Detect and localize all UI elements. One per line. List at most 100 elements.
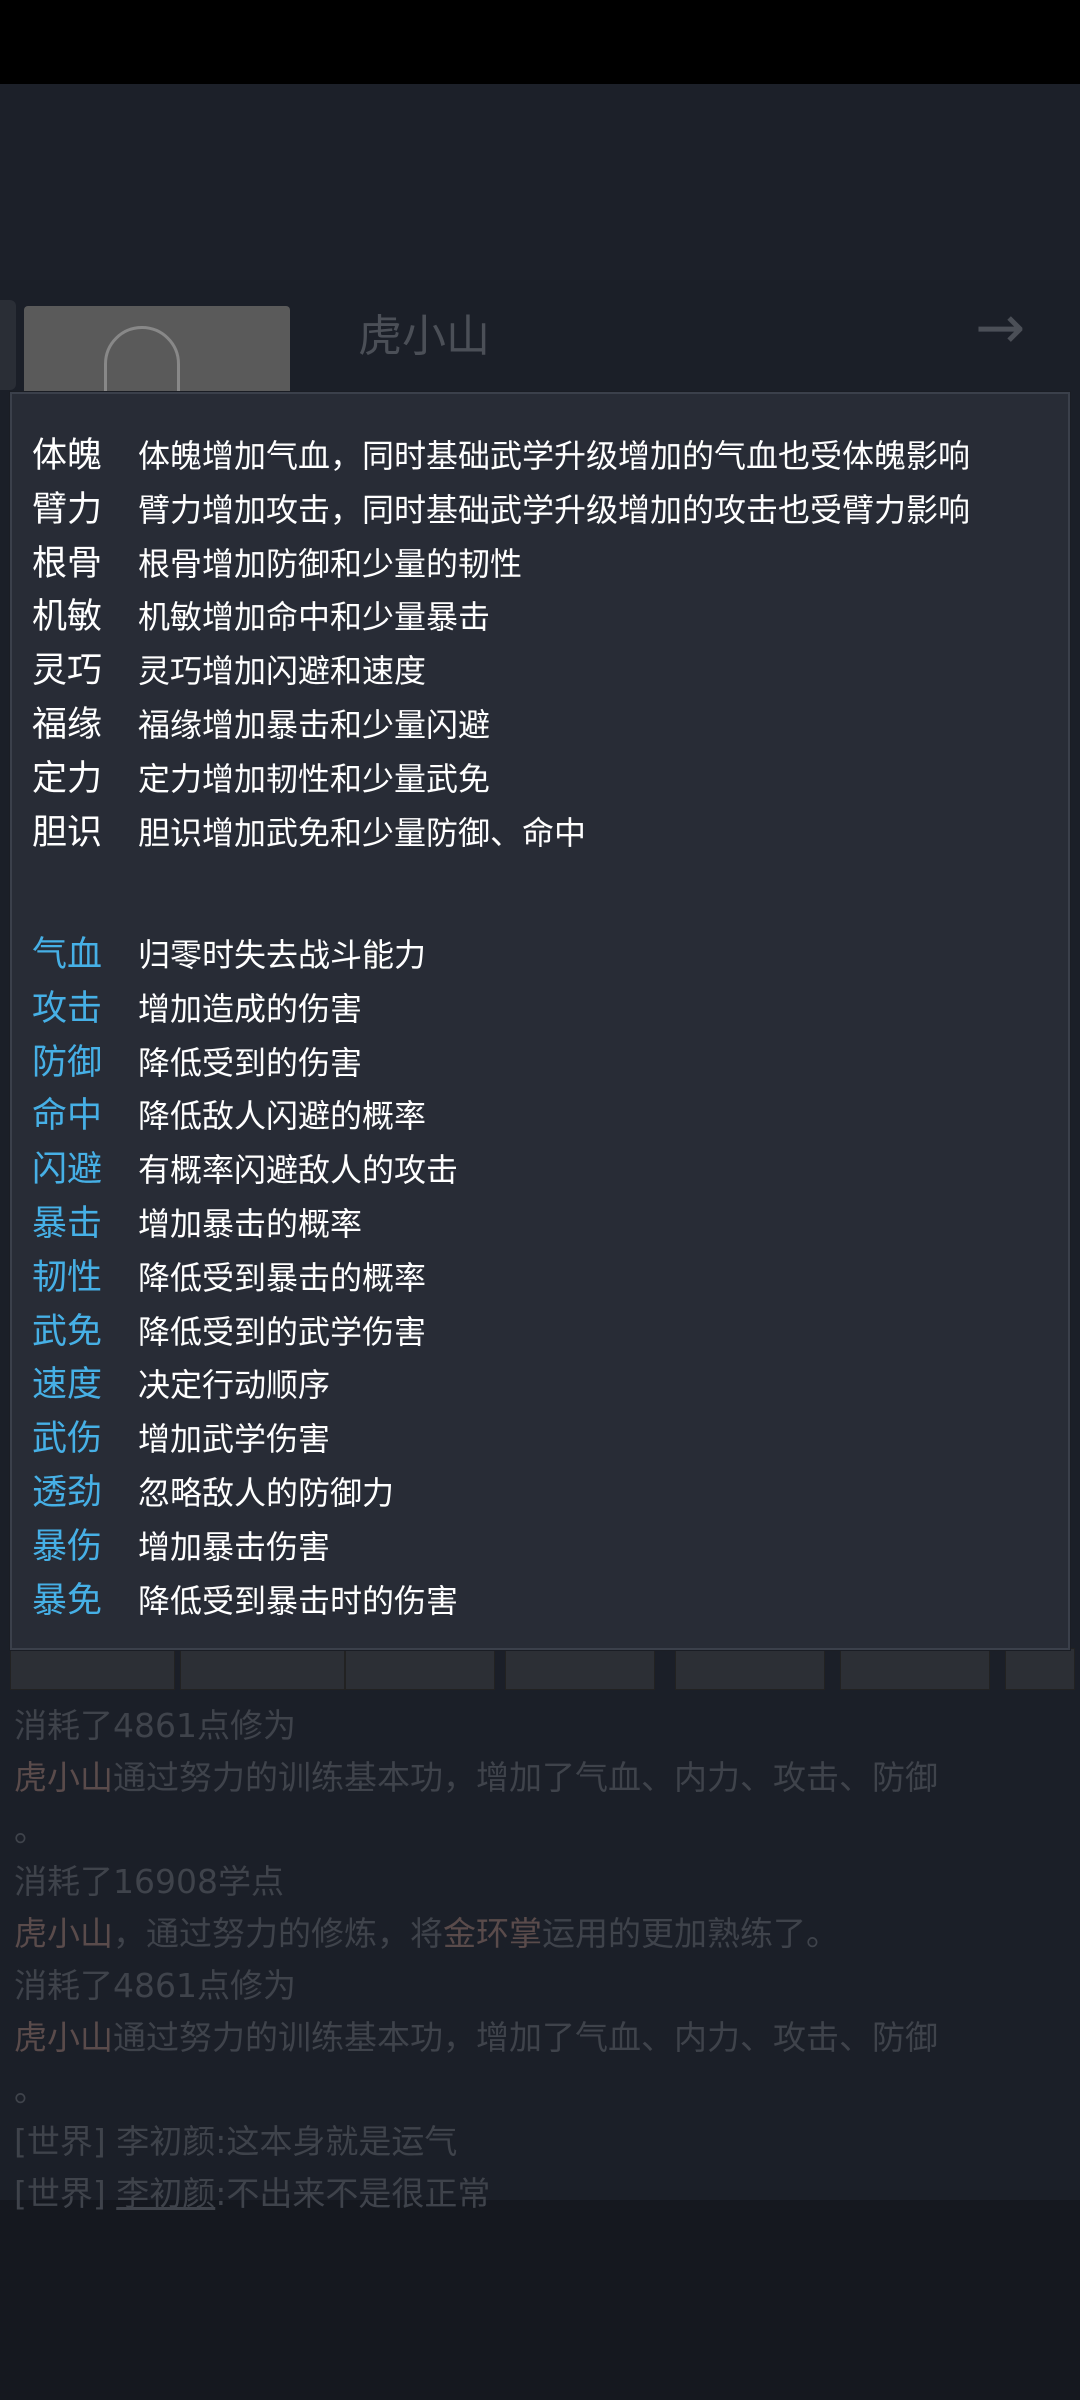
base-attribute-row: 臂力 臂力增加攻击，同时基础武学升级增加的攻击也受臂力影响: [32, 485, 970, 535]
combat-stat-term: 武伤: [32, 1419, 103, 1460]
combat-stat-description: 增加暴击伤害: [138, 1527, 331, 1566]
attribute-tooltip: 体魄 体魄增加气血，同时基础武学升级增加的气血也受体魄影响 臂力 臂力增加攻击，同时基…: [10, 392, 1070, 1650]
next-arrow-icon: →: [975, 293, 1026, 363]
combat-stat-term: 气血: [32, 935, 103, 975]
base-attribute-row: 体魄 体魄增加气血，同时基础武学升级增加的气血也受体魄影响: [32, 431, 970, 481]
combat-stat-description: 降低受到暴击的概率: [138, 1258, 427, 1297]
combat-stat-description: 降低受到的伤害: [138, 1043, 363, 1082]
skill-thumbnail: [10, 1648, 175, 1690]
skill-thumbnail: [180, 1648, 345, 1690]
combat-stat-description: 归零时失去战斗能力: [138, 936, 427, 974]
base-attribute-row: 胆识 胆识增加武免和少量防御、命中: [32, 808, 586, 858]
log-text: 消耗了4861点修为: [14, 1706, 296, 1745]
combat-stat-term: 命中: [32, 1096, 103, 1137]
log-text: 消耗了16908学点: [14, 1862, 284, 1901]
skill-thumbnail: [675, 1648, 825, 1690]
combat-stat-term: 攻击: [32, 988, 103, 1029]
combat-stat-term: 速度: [32, 1365, 103, 1406]
attribute-term: 福缘: [32, 705, 103, 745]
combat-stat-description: 降低受到的武学伤害: [138, 1312, 427, 1351]
log-text: 消耗了4861点修为: [14, 1966, 296, 2005]
attribute-description: 臂力增加攻击，同时基础武学升级增加的攻击也受臂力影响: [138, 490, 971, 529]
skill-thumbnail-strip: [0, 1648, 1080, 1690]
skill-thumbnail: [345, 1648, 495, 1690]
combat-stat-row: 武免 降低受到的武学伤害: [32, 1307, 426, 1357]
log-text: 虎小山: [14, 1914, 113, 1953]
attribute-term: 胆识: [32, 812, 103, 853]
log-text: [世界] 李初颜:这本身就是运气: [14, 2122, 458, 2161]
attribute-term: 机敏: [32, 597, 103, 638]
header-band: [0, 84, 1080, 280]
combat-stat-description: 降低受到暴击时的伤害: [138, 1581, 459, 1620]
combat-stat-row: 攻击 增加造成的伤害: [32, 984, 362, 1034]
log-line: 消耗了16908学点: [14, 1856, 1074, 1908]
combat-stat-row: 闪避 有概率闪避敌人的攻击: [32, 1145, 458, 1195]
log-text: [世界]: [14, 2174, 117, 2213]
combat-stat-term: 暴伤: [32, 1526, 103, 1567]
attribute-term: 根骨: [32, 543, 103, 584]
combat-stat-description: 忽略敌人的防御力: [138, 1474, 395, 1512]
skill-thumbnail: [840, 1648, 990, 1690]
attribute-description: 根骨增加防御和少量的韧性: [138, 544, 523, 583]
log-line: 。: [14, 2064, 1074, 2116]
combat-stat-row: 武伤 增加武学伤害: [32, 1414, 330, 1464]
attribute-term: 臂力: [32, 489, 103, 530]
combat-stat-row: 速度 决定行动顺序: [32, 1360, 330, 1410]
combat-stat-description: 增加暴击的概率: [138, 1205, 363, 1243]
log-line: [世界] 李初颜:不出来不是很正常: [14, 2168, 1074, 2220]
attribute-description: 机敏增加命中和少量暴击: [138, 598, 491, 637]
log-text: :不出来不是很正常: [215, 2174, 491, 2213]
attribute-term: 体魄: [32, 436, 103, 476]
log-text: 虎小山: [14, 1758, 113, 1797]
log-text: 。: [14, 2070, 47, 2109]
combat-stat-term: 武免: [32, 1311, 103, 1352]
combat-stat-row: 暴免 降低受到暴击时的伤害: [32, 1576, 458, 1626]
message-log: 消耗了4861点修为 虎小山通过努力的训练基本功，增加了气血、内力、攻击、防御。消…: [14, 1700, 1074, 2220]
attribute-description: 体魄增加气血，同时基础武学升级增加的气血也受体魄影响: [138, 437, 971, 475]
skill-thumbnail: [505, 1648, 655, 1690]
combat-stat-row: 防御 降低受到的伤害: [32, 1038, 362, 1088]
log-line: 虎小山，通过努力的修炼，将金环掌运用的更加熟练了。: [14, 1908, 1074, 1960]
attribute-description: 定力增加韧性和少量武免: [138, 759, 491, 798]
attribute-description: 灵巧增加闪避和速度: [138, 652, 427, 691]
attribute-term: 灵巧: [32, 651, 103, 692]
combat-stat-row: 气血 归零时失去战斗能力: [32, 930, 426, 980]
log-line: 消耗了4861点修为: [14, 1700, 1074, 1752]
base-attribute-row: 机敏 机敏增加命中和少量暴击: [32, 592, 490, 642]
log-line: 虎小山通过努力的训练基本功，增加了气血、内力、攻击、防御: [14, 2012, 1074, 2064]
attribute-description: 胆识增加武免和少量防御、命中: [138, 813, 587, 852]
combat-stat-row: 暴击 增加暴击的概率: [32, 1199, 362, 1249]
log-line: 消耗了4861点修为: [14, 1960, 1074, 2012]
combat-stat-row: 暴伤 增加暴击伤害: [32, 1522, 330, 1572]
combat-stat-term: 韧性: [32, 1257, 103, 1298]
combat-stat-row: 韧性 降低受到暴击的概率: [32, 1253, 426, 1303]
base-attribute-row: 定力 定力增加韧性和少量武免: [32, 754, 490, 804]
skill-thumbnail: [1005, 1648, 1075, 1690]
combat-stat-term: 暴免: [32, 1580, 103, 1621]
log-text: 通过努力的训练基本功，增加了气血、内力、攻击、防御: [113, 2018, 938, 2057]
combat-stat-description: 降低敌人闪避的概率: [138, 1097, 427, 1136]
combat-stat-term: 透劲: [32, 1473, 103, 1513]
log-text: ，通过努力的修炼，将: [113, 1914, 443, 1953]
combat-stat-description: 增加造成的伤害: [138, 989, 363, 1028]
combat-stat-description: 决定行动顺序: [138, 1366, 331, 1405]
combat-stat-term: 防御: [32, 1042, 103, 1083]
log-text: 。: [14, 1810, 47, 1849]
combat-stat-row: 透劲 忽略敌人的防御力: [32, 1468, 394, 1518]
log-line: 虎小山通过努力的训练基本功，增加了气血、内力、攻击、防御: [14, 1752, 1074, 1804]
log-line: 。: [14, 1804, 1074, 1856]
combat-stat-row: 命中 降低敌人闪避的概率: [32, 1091, 426, 1141]
attribute-term: 定力: [32, 758, 103, 799]
combat-stat-term: 暴击: [32, 1204, 103, 1244]
combat-stat-description: 增加武学伤害: [138, 1420, 331, 1459]
player-link[interactable]: 李初颜: [116, 2174, 215, 2213]
base-attribute-row: 灵巧 灵巧增加闪避和速度: [32, 646, 426, 696]
attribute-description: 福缘增加暴击和少量闪避: [138, 706, 491, 744]
side-tab-handle: [0, 300, 16, 390]
combat-stat-description: 有概率闪避敌人的攻击: [138, 1151, 459, 1190]
player-name: 虎小山: [358, 311, 490, 362]
log-text: 通过努力的训练基本功，增加了气血、内力、攻击、防御: [113, 1758, 938, 1797]
status-bar: [0, 0, 1080, 84]
base-attribute-row: 福缘 福缘增加暴击和少量闪避: [32, 700, 490, 750]
log-text: 运用的更加熟练了。: [542, 1914, 839, 1953]
